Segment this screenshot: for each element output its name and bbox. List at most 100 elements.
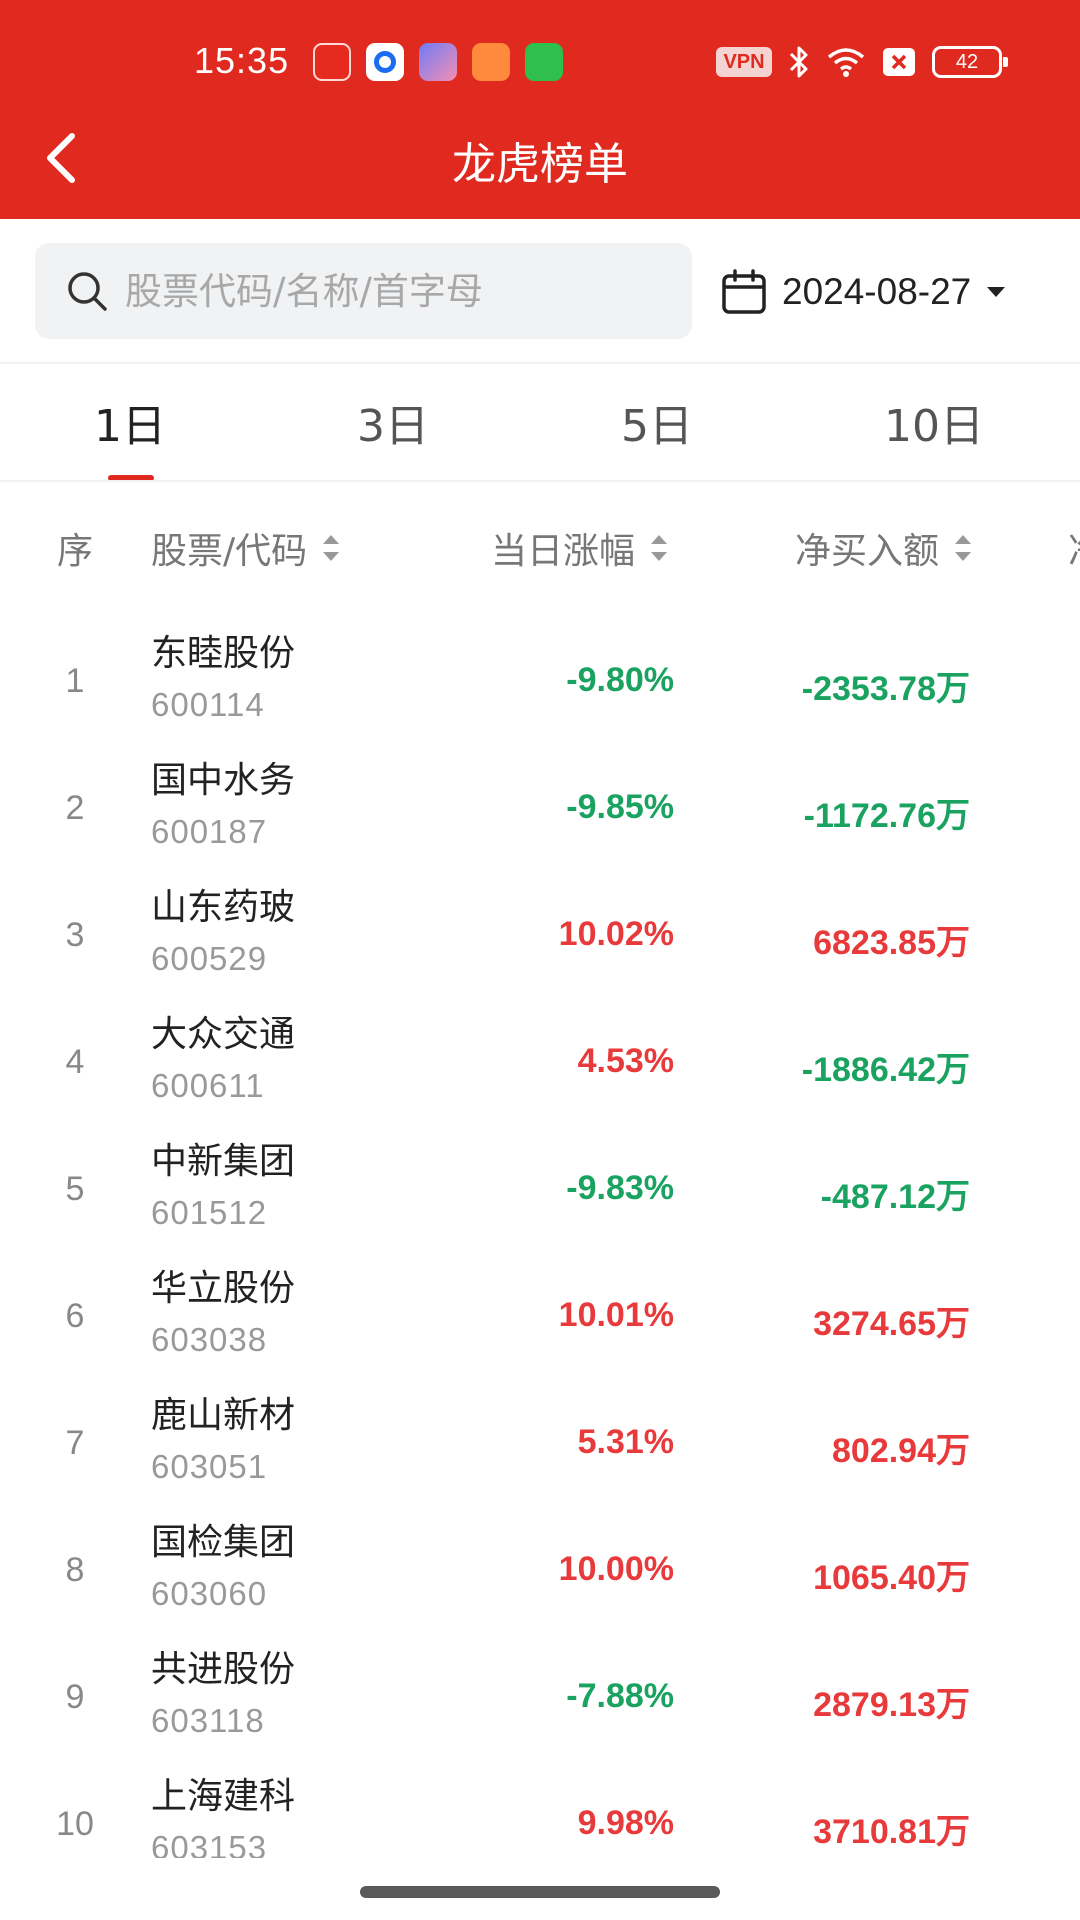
stock-code: 603051 [151,1448,268,1485]
header-stock-sort[interactable]: 股票/代码 [151,522,343,574]
date-value: 2024-08-27 [782,271,972,312]
daily-change: 10.02% [558,915,674,953]
header-stock-label: 股票/代码 [151,531,308,572]
browser-app-icon [366,43,404,81]
stock-code: 603038 [151,1321,268,1358]
table-row[interactable]: 1 东睦股份 600114 -9.80% -2353.78万 [0,624,1080,751]
net-buy-amount: 3710.81万 [813,1813,970,1851]
net-buy-amount: -2353.78万 [801,670,970,708]
stock-code: 603060 [151,1575,268,1612]
daily-change: 9.98% [577,1804,674,1842]
stock-code: 600529 [151,940,268,977]
stock-code: 600114 [151,686,265,723]
row-index: 10 [56,1805,94,1843]
stock-name: 大众交通 [151,1014,296,1055]
header-index-label: 序 [57,531,94,572]
stock-name: 鹿山新材 [151,1395,296,1436]
daily-change: -7.88% [566,1677,674,1715]
status-time: 15:35 [194,40,290,81]
daily-change: 4.53% [577,1042,674,1080]
stock-name: 共进股份 [151,1649,296,1690]
table-row[interactable]: 6 华立股份 603038 10.01% 3274.65万 [0,1259,1080,1386]
date-picker[interactable]: 2024-08-27 [720,262,1006,322]
net-buy-amount: 6823.85万 [813,924,970,962]
page-title: 龙虎榜单 [452,139,628,190]
table-row[interactable]: 3 山东药玻 600529 10.02% 6823.85万 [0,878,1080,1005]
table-row[interactable]: 5 中新集团 601512 -9.83% -487.12万 [0,1132,1080,1259]
search-input[interactable] [125,243,675,339]
header-net-buy-sort[interactable]: 净买入额 [795,522,975,574]
notification-icons [313,43,563,81]
net-buy-amount: 802.94万 [832,1432,970,1470]
header-net-buy-label: 净买入额 [795,531,940,572]
net-buy-amount: -1886.42万 [801,1051,970,1089]
sort-icon [323,535,340,561]
header-index: 序 [57,522,93,574]
table-row[interactable]: 9 共进股份 603118 -7.88% 2879.13万 [0,1640,1080,1767]
divider [0,362,1080,364]
row-index: 5 [65,1170,85,1208]
row-index: 8 [65,1551,85,1589]
tab-1-day[interactable]: 1日 [94,390,166,454]
stock-name: 中新集团 [151,1141,296,1182]
reader-app-icon [472,43,510,81]
stock-name: 山东药玻 [151,887,296,928]
daily-change: -9.83% [566,1169,674,1207]
tab-10-day[interactable]: 10日 [884,390,984,454]
wifi-icon [827,48,865,77]
stock-code: 600187 [151,813,268,850]
table-row[interactable]: 2 国中水务 600187 -9.85% -1172.76万 [0,751,1080,878]
stock-code: 600611 [151,1067,265,1104]
table-row[interactable]: 4 大众交通 600611 4.53% -1886.42万 [0,1005,1080,1132]
row-index: 1 [65,662,85,700]
stock-name: 国中水务 [151,760,296,801]
chevron-down-icon [987,287,1006,297]
stock-name: 国检集团 [151,1522,296,1563]
row-index: 3 [65,916,85,954]
daily-change: 10.00% [558,1550,674,1588]
net-buy-amount: 1065.40万 [813,1559,970,1597]
daily-change: 10.01% [558,1296,674,1334]
sort-icon [651,535,668,561]
header-change-sort[interactable]: 当日涨幅 [491,522,671,574]
stock-table: 1 东睦股份 600114 -9.80% -2353.78万 2 国中水务 60… [0,600,1080,1858]
stock-name: 华立股份 [151,1268,296,1309]
daily-change: 5.31% [577,1423,674,1461]
stock-name: 东睦股份 [151,633,296,674]
stock-code: 601512 [151,1194,268,1231]
stock-name: 上海建科 [151,1776,296,1817]
search-box[interactable] [35,243,692,339]
battery-icon: 42 [932,46,1008,78]
calendar-icon [722,269,766,314]
stock-code: 603153 [151,1829,268,1858]
stock-code: 603118 [151,1702,265,1739]
utility-app-icon [525,43,563,81]
row-index: 9 [65,1678,85,1716]
row-index: 4 [65,1043,85,1081]
table-row[interactable]: 8 国检集团 603060 10.00% 1065.40万 [0,1513,1080,1640]
search-icon [68,272,107,311]
net-buy-amount: -487.12万 [820,1178,970,1216]
header-next-column-label: 净 [1068,522,1080,574]
sort-icon [955,535,972,561]
net-buy-amount: 3274.65万 [813,1305,970,1343]
net-buy-amount: 2879.13万 [813,1686,970,1724]
divider [0,480,1080,482]
table-row[interactable]: 7 鹿山新材 603051 5.31% 802.94万 [0,1386,1080,1513]
header-change-label: 当日涨幅 [491,531,636,572]
status-bar: 15:35 VPN 42 [0,0,1080,120]
jd-app-icon [313,43,351,81]
row-index: 7 [65,1424,85,1462]
net-buy-amount: -1172.76万 [803,797,970,835]
shortcut-app-icon [419,43,457,81]
sim-off-icon [883,48,915,76]
home-indicator[interactable] [360,1886,720,1898]
tab-5-day[interactable]: 5日 [621,390,693,454]
daily-change: -9.85% [566,788,674,826]
tab-3-day[interactable]: 3日 [357,390,429,454]
vpn-icon: VPN [716,47,772,77]
table-row[interactable]: 10 上海建科 603153 9.98% 3710.81万 [0,1767,1080,1858]
bluetooth-icon [789,46,808,78]
row-index: 2 [65,789,85,827]
daily-change: -9.80% [566,661,674,699]
